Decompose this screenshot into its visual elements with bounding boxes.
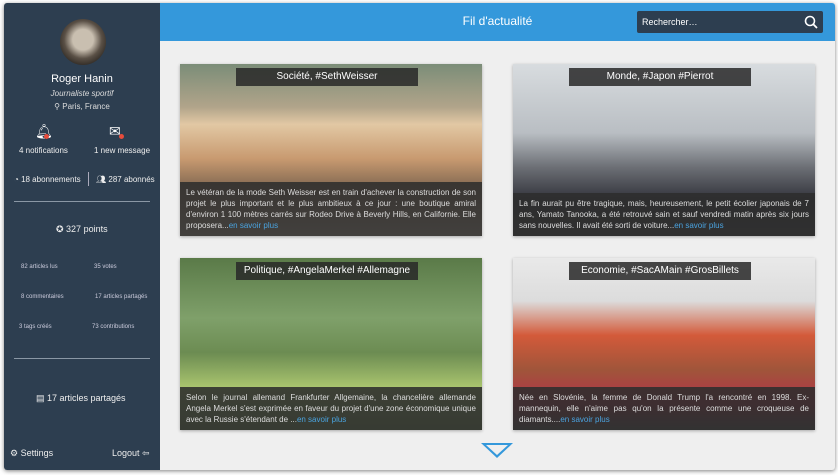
bell-icon[interactable]: 🔔︎ bbox=[35, 123, 53, 140]
points: ✪ 327 points bbox=[56, 224, 108, 234]
article-card[interactable]: Société, #SethWeisser Le vétéran de la m… bbox=[180, 64, 482, 236]
article-icon: ▤ bbox=[36, 393, 48, 403]
divider bbox=[14, 358, 150, 359]
logout-button[interactable]: Logout ⇦ bbox=[112, 448, 150, 459]
badge-icon: ✪ bbox=[56, 224, 67, 234]
read-more-link[interactable]: en savoir plus bbox=[560, 415, 609, 424]
user-name: Roger Hanin bbox=[51, 73, 113, 85]
article-summary: Selon le journal allemand Frankfurter Al… bbox=[180, 387, 482, 430]
article-card[interactable]: Economie, #SacAMain #GrosBillets Née en … bbox=[513, 258, 815, 430]
user-job: Journaliste sportif bbox=[50, 89, 114, 98]
mail-icon[interactable]: ✉︎ bbox=[109, 123, 124, 140]
profile-sidebar: Roger Hanin Journaliste sportif ⚲ Paris,… bbox=[4, 3, 160, 470]
search-icon[interactable] bbox=[803, 14, 819, 30]
app-window: Roger Hanin Journaliste sportif ⚲ Paris,… bbox=[4, 3, 835, 470]
load-more-arrow-icon[interactable] bbox=[481, 443, 513, 458]
search-box[interactable] bbox=[637, 11, 823, 33]
stat: 8 commentaires bbox=[21, 294, 64, 300]
rss-icon: ◔ bbox=[14, 175, 22, 184]
article-summary: La fin aurait pu être tragique, mais, he… bbox=[513, 193, 815, 236]
article-tag: Economie, #SacAMain #GrosBillets bbox=[569, 262, 751, 280]
messages-count[interactable]: 1 new message bbox=[94, 146, 150, 155]
divider bbox=[14, 201, 150, 202]
user-location: ⚲ Paris, France bbox=[54, 102, 110, 111]
read-more-link[interactable]: en savoir plus bbox=[229, 221, 278, 230]
article-tag: Monde, #Japon #Pierrot bbox=[569, 68, 751, 86]
article-summary: Le vétéran de la mode Seth Weisser est e… bbox=[180, 182, 482, 236]
notifications-count[interactable]: 4 notifications bbox=[19, 146, 68, 155]
stat: 35 votes bbox=[94, 264, 117, 270]
read-more-link[interactable]: en savoir plus bbox=[674, 221, 723, 230]
divider bbox=[88, 172, 89, 186]
article-card[interactable]: Politique, #AngelaMerkel #Allemagne Selo… bbox=[180, 258, 482, 430]
users-icon: 👥︎ bbox=[96, 175, 109, 184]
article-card[interactable]: Monde, #Japon #Pierrot La fin aurait pu … bbox=[513, 64, 815, 236]
settings-button[interactable]: ⚙ Settings bbox=[10, 448, 53, 459]
stat: 3 tags créés bbox=[19, 324, 52, 330]
stat: 82 articles lus bbox=[21, 264, 58, 270]
stat: 73 contributions bbox=[92, 324, 135, 330]
subscriptions[interactable]: ◔ 18 abonnements bbox=[14, 175, 81, 184]
article-tag: Politique, #AngelaMerkel #Allemagne bbox=[236, 262, 418, 280]
read-more-link[interactable]: en savoir plus bbox=[297, 415, 346, 424]
logout-icon: ⇦ bbox=[139, 448, 150, 458]
search-input[interactable] bbox=[642, 17, 792, 27]
article-tag: Société, #SethWeisser bbox=[236, 68, 418, 86]
gear-icon: ⚙ bbox=[10, 448, 21, 458]
followers[interactable]: 👥︎ 287 abonnés bbox=[96, 175, 155, 184]
shared-articles[interactable]: ▤ 17 articles partagés bbox=[36, 393, 126, 404]
stat: 17 articles partagés bbox=[95, 294, 148, 300]
article-summary: Née en Slovénie, la femme de Donald Trum… bbox=[513, 387, 815, 430]
avatar[interactable] bbox=[60, 19, 106, 65]
top-bar: Fil d'actualité bbox=[160, 3, 835, 41]
